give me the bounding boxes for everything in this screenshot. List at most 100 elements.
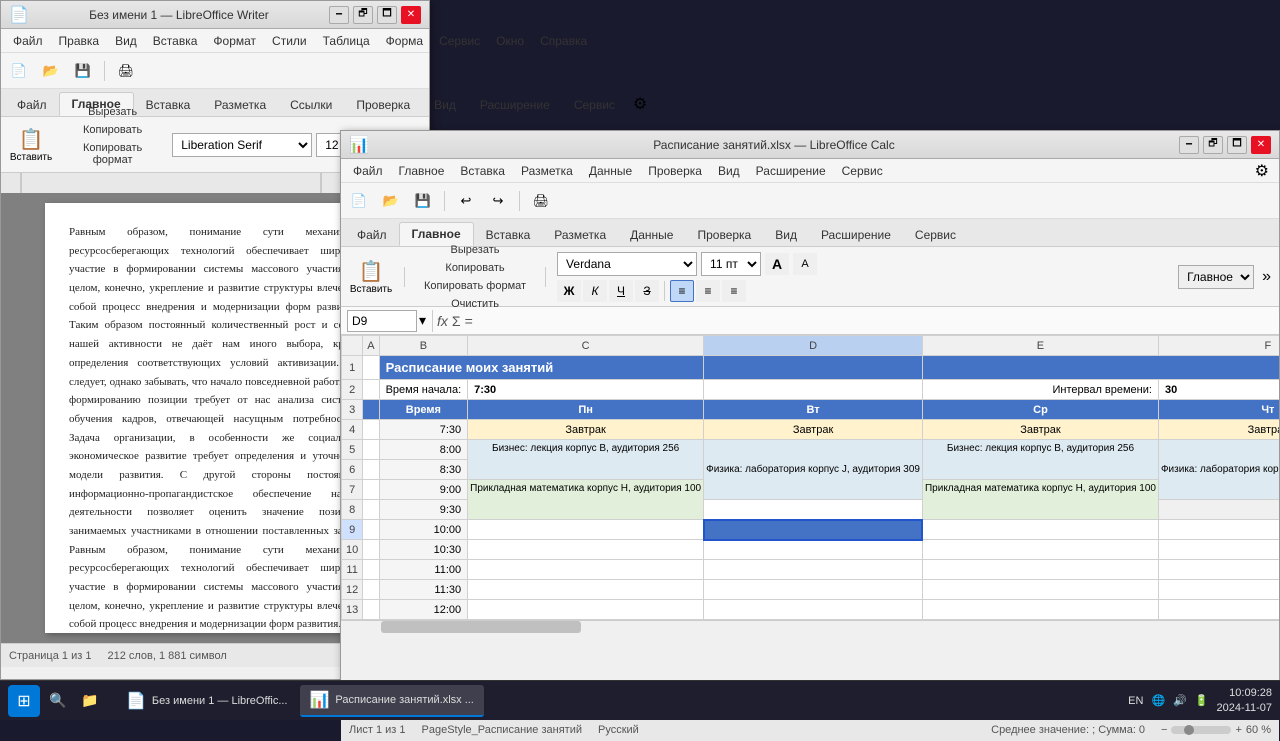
cell-f2-intervalval[interactable]: 30 xyxy=(1158,380,1279,400)
cell-d1[interactable] xyxy=(704,356,923,380)
calc-hscrollbar[interactable] xyxy=(341,620,1279,632)
cell-d9-selected[interactable] xyxy=(704,520,923,540)
calc-underline-btn[interactable]: Ч xyxy=(609,280,633,302)
cell-c13[interactable] xyxy=(468,600,704,620)
calc-menu-insert[interactable]: Вставка xyxy=(452,162,513,180)
cell-d11[interactable] xyxy=(704,560,923,580)
col-header-e[interactable]: E xyxy=(922,336,1158,356)
cell-b9-time[interactable]: 10:00 xyxy=(379,520,468,540)
calc-paste-btn[interactable]: 📋 Вставить xyxy=(349,255,393,299)
writer-open-btn[interactable]: 📂 xyxy=(37,58,65,84)
cell-e12[interactable] xyxy=(922,580,1158,600)
calc-align-right-btn[interactable]: ≡ xyxy=(722,280,746,302)
cell-b6-time[interactable]: 8:30 xyxy=(379,460,468,480)
writer-close-btn[interactable]: ✕ xyxy=(401,6,421,24)
cell-f5-thu-phys[interactable]: Физика: лаборатория корпус J, аудитория … xyxy=(1158,440,1279,500)
calc-menu-file[interactable]: Файл xyxy=(345,162,391,180)
calc-tab-view[interactable]: Вид xyxy=(763,224,809,246)
calc-settings-icon[interactable]: ⚙ xyxy=(1249,159,1275,183)
writer-tab-review[interactable]: Проверка xyxy=(344,94,422,116)
writer-settings-icon[interactable]: ⚙ xyxy=(627,92,653,116)
writer-print-btn[interactable]: 🖨 xyxy=(112,58,140,84)
calc-font-select[interactable]: Verdana xyxy=(557,252,697,276)
calc-menu-data[interactable]: Данные xyxy=(581,162,640,180)
writer-tab-file[interactable]: Файл xyxy=(5,94,59,116)
writer-tab-extension[interactable]: Расширение xyxy=(468,94,562,116)
calc-zoom-out-btn[interactable]: − xyxy=(1161,724,1167,736)
taskbar-start-btn[interactable]: ⊞ xyxy=(8,685,40,717)
cell-a2[interactable] xyxy=(363,380,379,400)
calc-bold-btn[interactable]: Ж xyxy=(557,280,581,302)
cell-d2[interactable] xyxy=(704,380,923,400)
cell-f10[interactable] xyxy=(1158,540,1279,560)
cell-a6[interactable] xyxy=(363,460,379,480)
cell-h8-sat[interactable] xyxy=(704,500,923,520)
cell-e5-wed-biz[interactable]: Бизнес: лекция корпус В, аудитория 256 xyxy=(922,440,1158,480)
calc-print-btn[interactable]: 🖨 xyxy=(527,188,555,214)
calc-sum-icon[interactable]: Σ xyxy=(452,313,461,329)
cell-e13[interactable] xyxy=(922,600,1158,620)
cell-d13[interactable] xyxy=(704,600,923,620)
writer-menu-table[interactable]: Таблица xyxy=(315,32,378,50)
cell-c7-mon-math[interactable]: Прикладная математика корпус Н, аудитори… xyxy=(468,480,704,520)
calc-restore-btn[interactable]: 🗗 xyxy=(1203,136,1223,154)
col-header-c[interactable]: C xyxy=(468,336,704,356)
writer-tab-view[interactable]: Вид xyxy=(422,94,468,116)
writer-restore-btn[interactable]: 🗗 xyxy=(353,6,373,24)
calc-copy-format-btn[interactable]: Копировать формат xyxy=(416,278,534,294)
calc-tab-data[interactable]: Данные xyxy=(618,224,685,246)
calc-font-size-select[interactable]: 11 пт xyxy=(701,252,761,276)
calc-menu-extension[interactable]: Расширение xyxy=(748,162,834,180)
cell-e7-wed-math[interactable]: Прикладная математика корпус Н, аудитори… xyxy=(922,480,1158,520)
calc-close-btn[interactable]: ✕ xyxy=(1251,136,1271,154)
cell-c4-mon[interactable]: Завтрак xyxy=(468,420,704,440)
cell-a10[interactable] xyxy=(363,540,379,560)
cell-c5-mon-biz[interactable]: Бизнес: лекция корпус В, аудитория 256 xyxy=(468,440,704,480)
calc-copy-btn[interactable]: Копировать xyxy=(416,260,534,276)
cell-b5-time[interactable]: 8:00 xyxy=(379,440,468,460)
calc-menu-layout[interactable]: Разметка xyxy=(513,162,581,180)
calc-align-left-btn[interactable]: ≡ xyxy=(696,280,720,302)
cell-c10[interactable] xyxy=(468,540,704,560)
cell-b2-startlabel[interactable]: Время начала: xyxy=(379,380,468,400)
writer-font-select[interactable]: Liberation Serif xyxy=(172,133,312,157)
calc-maximize-btn[interactable]: 🗖 xyxy=(1227,136,1247,154)
calc-cell-ref-input[interactable] xyxy=(347,310,417,332)
taskbar-icon-2[interactable]: 📁 xyxy=(76,687,104,715)
cell-a4[interactable] xyxy=(363,420,379,440)
cell-d12[interactable] xyxy=(704,580,923,600)
taskbar-sound-icon[interactable]: 🔊 xyxy=(1173,694,1187,707)
calc-toolbar-more-icon[interactable]: » xyxy=(1262,268,1271,286)
writer-paste-btn[interactable]: 📋 Вставить xyxy=(9,123,53,167)
calc-tab-file[interactable]: Файл xyxy=(345,224,399,246)
cell-f12[interactable] xyxy=(1158,580,1279,600)
calc-cut-btn[interactable]: Вырезать xyxy=(416,242,534,258)
cell-a12[interactable] xyxy=(363,580,379,600)
calc-menu-review[interactable]: Проверка xyxy=(640,162,710,180)
calc-italic-btn[interactable]: К xyxy=(583,280,607,302)
calc-font-grow-btn[interactable]: A xyxy=(765,253,789,275)
cell-f13[interactable] xyxy=(1158,600,1279,620)
writer-save-btn[interactable]: 💾 xyxy=(69,58,97,84)
cell-e1-semester[interactable]: Осенний семестр xyxy=(922,356,1279,380)
cell-f3-чт[interactable]: Чт xyxy=(1158,400,1279,420)
calc-tab-extension[interactable]: Расширение xyxy=(809,224,903,246)
calc-save-btn[interactable]: 💾 xyxy=(409,188,437,214)
calc-open-btn[interactable]: 📂 xyxy=(377,188,405,214)
writer-menu-help[interactable]: Справка xyxy=(532,32,595,50)
cell-a1[interactable] xyxy=(363,356,379,380)
cell-e2-intervallabel[interactable]: Интервал времени: xyxy=(922,380,1158,400)
taskbar-network-icon[interactable]: 🌐 xyxy=(1151,694,1165,707)
writer-menu-styles[interactable]: Стили xyxy=(264,32,315,50)
writer-menu-file[interactable]: Файл xyxy=(5,32,51,50)
writer-copy-format-btn[interactable]: Копировать формат xyxy=(75,140,150,168)
cell-a11[interactable] xyxy=(363,560,379,580)
calc-align-center-btn[interactable]: ≡ xyxy=(670,280,694,302)
cell-b8-time[interactable]: 9:30 xyxy=(379,500,468,520)
taskbar-battery-icon[interactable]: 🔋 xyxy=(1195,694,1209,707)
cell-f9-thu[interactable] xyxy=(1158,520,1279,540)
taskbar-app-calc[interactable]: 📊 Расписание занятий.xlsx ... xyxy=(300,685,484,717)
cell-d10[interactable] xyxy=(704,540,923,560)
cell-c12[interactable] xyxy=(468,580,704,600)
cell-b1-title[interactable]: Расписание моих занятий xyxy=(379,356,704,380)
